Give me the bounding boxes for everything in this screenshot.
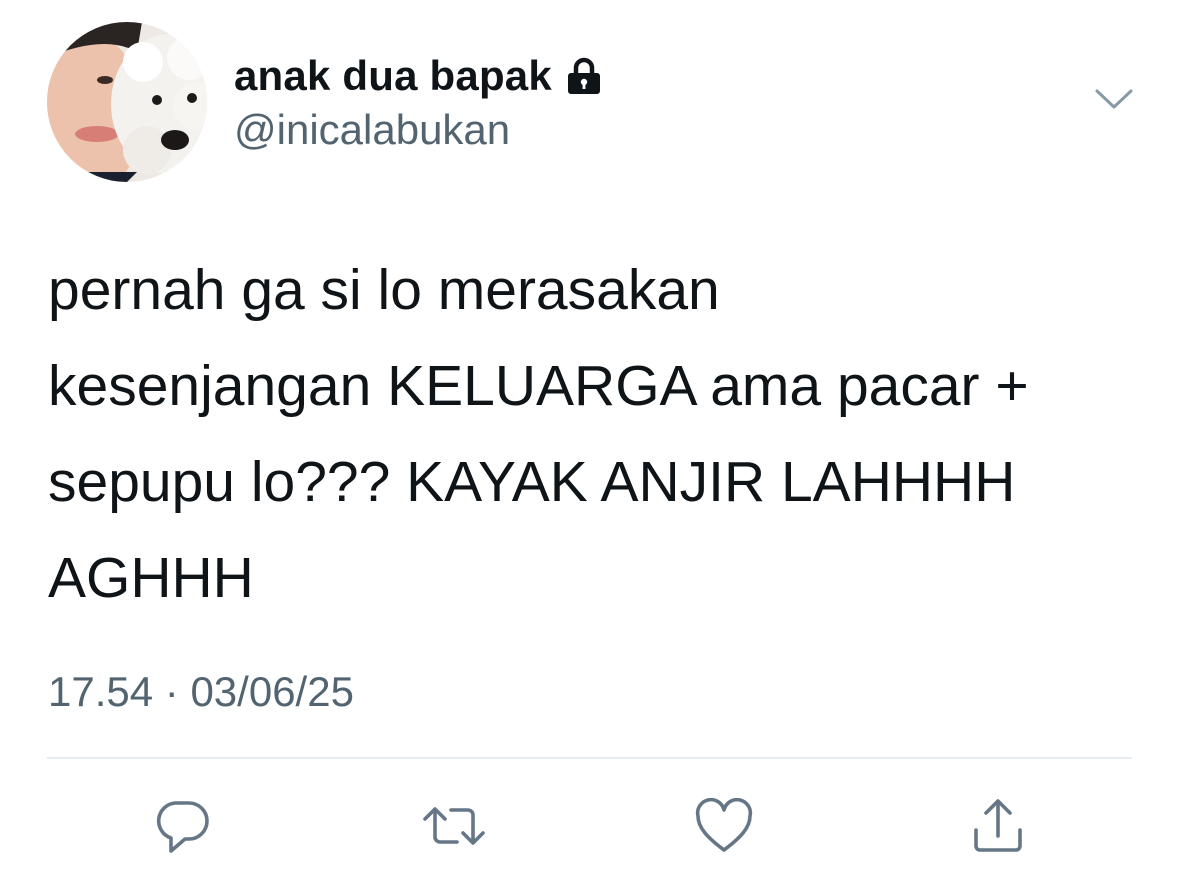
- heart-icon: [694, 798, 754, 854]
- avatar[interactable]: [47, 22, 207, 182]
- user-handle[interactable]: @inicalabukan: [234, 106, 510, 154]
- like-button[interactable]: [694, 796, 754, 856]
- reply-icon: [153, 797, 211, 855]
- avatar-image: [47, 22, 207, 182]
- share-icon: [970, 796, 1026, 856]
- tweet-card: anak dua bapak @inicalabukan pernah ga s…: [0, 0, 1179, 893]
- timestamp-separator: ·: [164, 668, 179, 715]
- retweet-icon: [421, 799, 487, 853]
- chevron-down-icon: [1094, 88, 1134, 115]
- reply-button[interactable]: [152, 796, 212, 856]
- display-name[interactable]: anak dua bapak: [234, 52, 552, 100]
- divider: [47, 757, 1132, 759]
- more-options-button[interactable]: [1092, 84, 1136, 118]
- retweet-button[interactable]: [421, 796, 487, 856]
- timestamp[interactable]: 17.54 · 03/06/25: [48, 668, 354, 716]
- display-name-row[interactable]: anak dua bapak: [234, 48, 604, 104]
- share-button[interactable]: [968, 796, 1028, 856]
- lock-icon: [564, 56, 604, 96]
- tweet-time: 17.54: [48, 668, 154, 715]
- tweet-date: 03/06/25: [190, 668, 354, 715]
- tweet-text: pernah ga si lo merasakan kesenjangan KE…: [48, 258, 1029, 610]
